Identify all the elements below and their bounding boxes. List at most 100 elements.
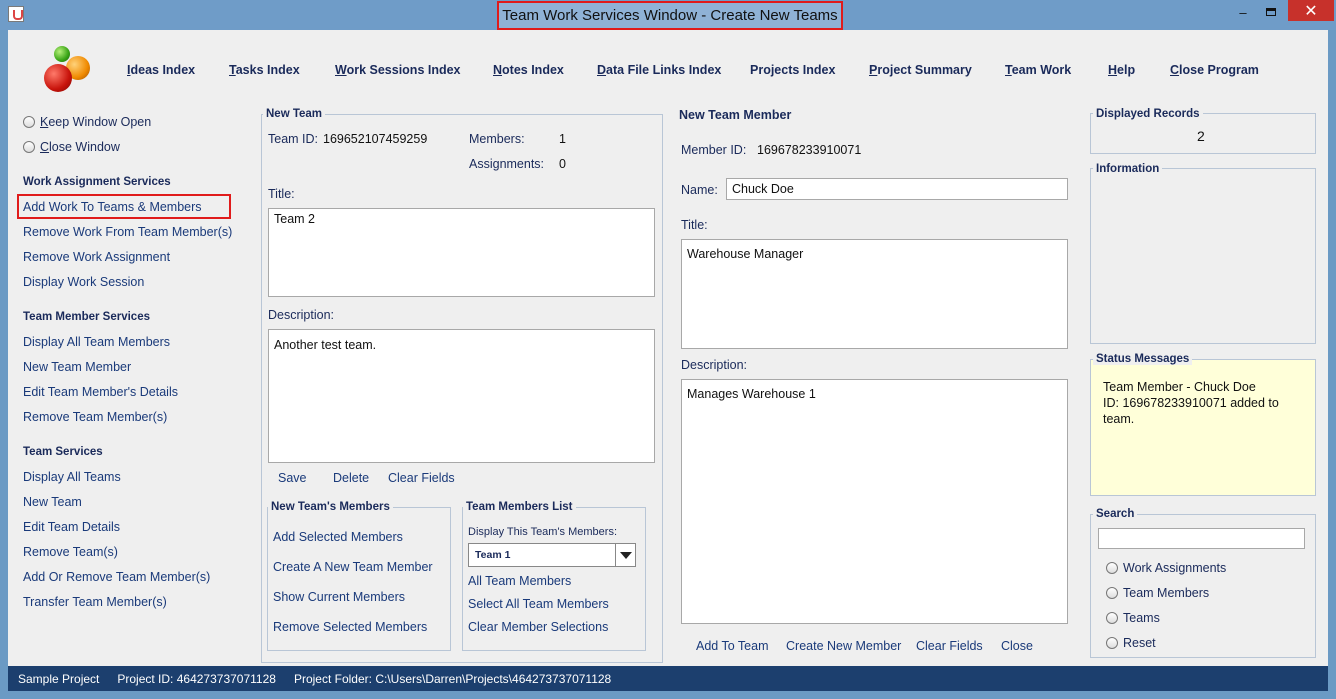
remove-selected-members-button[interactable]: Remove Selected Members	[273, 620, 427, 634]
add-to-team-button[interactable]: Add To Team	[696, 639, 769, 653]
all-team-members-button[interactable]: All Team Members	[468, 574, 571, 588]
close-window-button[interactable]: ✕	[1288, 0, 1334, 21]
transfer-team-members-link[interactable]: Transfer Team Member(s)	[23, 595, 167, 609]
maximize-icon	[1266, 8, 1276, 16]
member-id-value: 169678233910071	[757, 143, 862, 157]
select-all-team-members-button[interactable]: Select All Team Members	[468, 597, 609, 611]
menu-team-work[interactable]: Team Work	[1005, 63, 1071, 77]
delete-button[interactable]: Delete	[333, 471, 369, 485]
keep-window-open-radio[interactable]: Keep Window Open	[23, 115, 151, 129]
display-team-members-label: Display This Team's Members:	[468, 526, 618, 538]
search-title: Search	[1093, 508, 1138, 520]
add-work-to-teams-link[interactable]: Add Work To Teams & Members	[23, 200, 202, 214]
minimize-button[interactable]: ‒	[1232, 2, 1254, 22]
create-new-team-member-button[interactable]: Create A New Team Member	[273, 560, 433, 574]
menu-ideas-index[interactable]: Ideas Index	[127, 63, 195, 77]
radio-button-icon	[1106, 612, 1118, 624]
team-title-textarea[interactable]: Team 2	[268, 208, 655, 297]
java-app-icon	[8, 6, 24, 22]
status-message-line-2: ID: 169678233910071 added to	[1103, 396, 1279, 410]
create-new-member-button[interactable]: Create New Member	[786, 639, 901, 653]
information-title: Information	[1093, 163, 1163, 175]
window-bottom-frame	[0, 691, 1336, 699]
menu-projects-index[interactable]: Projects Index	[750, 63, 835, 77]
team-services-heading: Team Services	[23, 446, 103, 458]
member-id-label: Member ID:	[681, 143, 747, 157]
search-teams-radio[interactable]: Teams	[1106, 611, 1160, 625]
team-member-services-heading: Team Member Services	[23, 311, 150, 323]
team-select-value: Team 1	[475, 549, 511, 561]
search-team-members-radio[interactable]: Team Members	[1106, 586, 1209, 600]
clear-fields-button[interactable]: Clear Fields	[388, 471, 455, 485]
status-messages-title: Status Messages	[1093, 353, 1193, 365]
project-folder: Project Folder: C:\Users\Darren\Projects…	[293, 671, 612, 686]
team-id-value: 169652107459259	[323, 132, 428, 146]
member-title-textarea[interactable]: Warehouse Manager	[681, 239, 1068, 349]
members-label: Members:	[469, 132, 525, 146]
displayed-records-count: 2	[1197, 128, 1205, 144]
assignments-count: 0	[559, 157, 566, 171]
new-team-member-title: New Team Member	[676, 108, 795, 122]
display-all-team-members-link[interactable]: Display All Team Members	[23, 335, 170, 349]
new-team-link[interactable]: New Team	[23, 495, 82, 509]
team-select-dropdown[interactable]: Team 1	[468, 543, 636, 567]
team-description-textarea[interactable]: Another test team.	[268, 329, 655, 463]
remove-teams-link[interactable]: Remove Team(s)	[23, 545, 118, 559]
radio-button-icon	[1106, 587, 1118, 599]
team-title-label: Title:	[268, 187, 295, 201]
member-name-label: Name:	[681, 183, 718, 197]
show-current-members-button[interactable]: Show Current Members	[273, 590, 405, 604]
menu-notes-index[interactable]: Notes Index	[493, 63, 564, 77]
team-id-label: Team ID:	[268, 132, 319, 146]
member-clear-fields-button[interactable]: Clear Fields	[916, 639, 983, 653]
search-reset-radio[interactable]: Reset	[1106, 636, 1156, 650]
add-selected-members-button[interactable]: Add Selected Members	[273, 530, 403, 544]
member-description-label: Description:	[681, 358, 747, 372]
radio-button-icon	[23, 141, 35, 153]
save-button[interactable]: Save	[278, 471, 307, 485]
member-title-label: Title:	[681, 218, 708, 232]
window-title: Team Work Services Window - Create New T…	[497, 1, 843, 30]
menu-close-program[interactable]: Close Program	[1170, 63, 1259, 77]
menu-project-summary[interactable]: Project Summary	[869, 63, 972, 77]
edit-team-details-link[interactable]: Edit Team Details	[23, 520, 120, 534]
status-message-line-3: team.	[1103, 412, 1135, 426]
menu-help[interactable]: Help	[1108, 63, 1135, 77]
remove-work-from-members-link[interactable]: Remove Work From Team Member(s)	[23, 225, 232, 239]
maximize-button[interactable]	[1260, 2, 1282, 22]
add-or-remove-team-members-link[interactable]: Add Or Remove Team Member(s)	[23, 570, 210, 584]
status-bar: Sample Project Project ID: 4642737370711…	[8, 666, 1328, 691]
search-input[interactable]	[1098, 528, 1305, 549]
member-description-textarea[interactable]: Manages Warehouse 1	[681, 379, 1068, 624]
assignments-label: Assignments:	[469, 157, 545, 171]
new-team-member-link[interactable]: New Team Member	[23, 360, 131, 374]
edit-team-member-details-link[interactable]: Edit Team Member's Details	[23, 385, 178, 399]
chevron-down-icon[interactable]	[615, 544, 635, 566]
radio-button-icon	[1106, 562, 1118, 574]
radio-button-icon	[23, 116, 35, 128]
remove-work-assignment-link[interactable]: Remove Work Assignment	[23, 250, 170, 264]
close-window-radio[interactable]: Close Window	[23, 140, 120, 154]
logo-red-ball-icon	[44, 64, 72, 92]
new-teams-members-title: New Team's Members	[268, 501, 393, 513]
display-work-session-link[interactable]: Display Work Session	[23, 275, 144, 289]
member-name-input[interactable]: Chuck Doe	[726, 178, 1068, 200]
team-members-list-title: Team Members List	[463, 501, 576, 513]
clear-member-selections-button[interactable]: Clear Member Selections	[468, 620, 608, 634]
project-name: Sample Project	[18, 671, 100, 686]
radio-button-icon	[1106, 637, 1118, 649]
project-id: Project ID: 464273737071128	[117, 671, 276, 686]
display-all-teams-link[interactable]: Display All Teams	[23, 470, 121, 484]
new-team-panel-title: New Team	[263, 108, 326, 120]
search-work-assignments-radio[interactable]: Work Assignments	[1106, 561, 1226, 575]
menu-work-sessions-index[interactable]: Work Sessions Index	[335, 63, 461, 77]
displayed-records-title: Displayed Records	[1093, 108, 1203, 120]
information-panel	[1090, 168, 1316, 344]
team-description-label: Description:	[268, 308, 334, 322]
members-count: 1	[559, 132, 566, 146]
menu-data-file-links-index[interactable]: Data File Links Index	[597, 63, 721, 77]
work-assignment-services-heading: Work Assignment Services	[23, 176, 171, 188]
member-close-button[interactable]: Close	[1001, 639, 1033, 653]
menu-tasks-index[interactable]: Tasks Index	[229, 63, 300, 77]
remove-team-members-link[interactable]: Remove Team Member(s)	[23, 410, 167, 424]
